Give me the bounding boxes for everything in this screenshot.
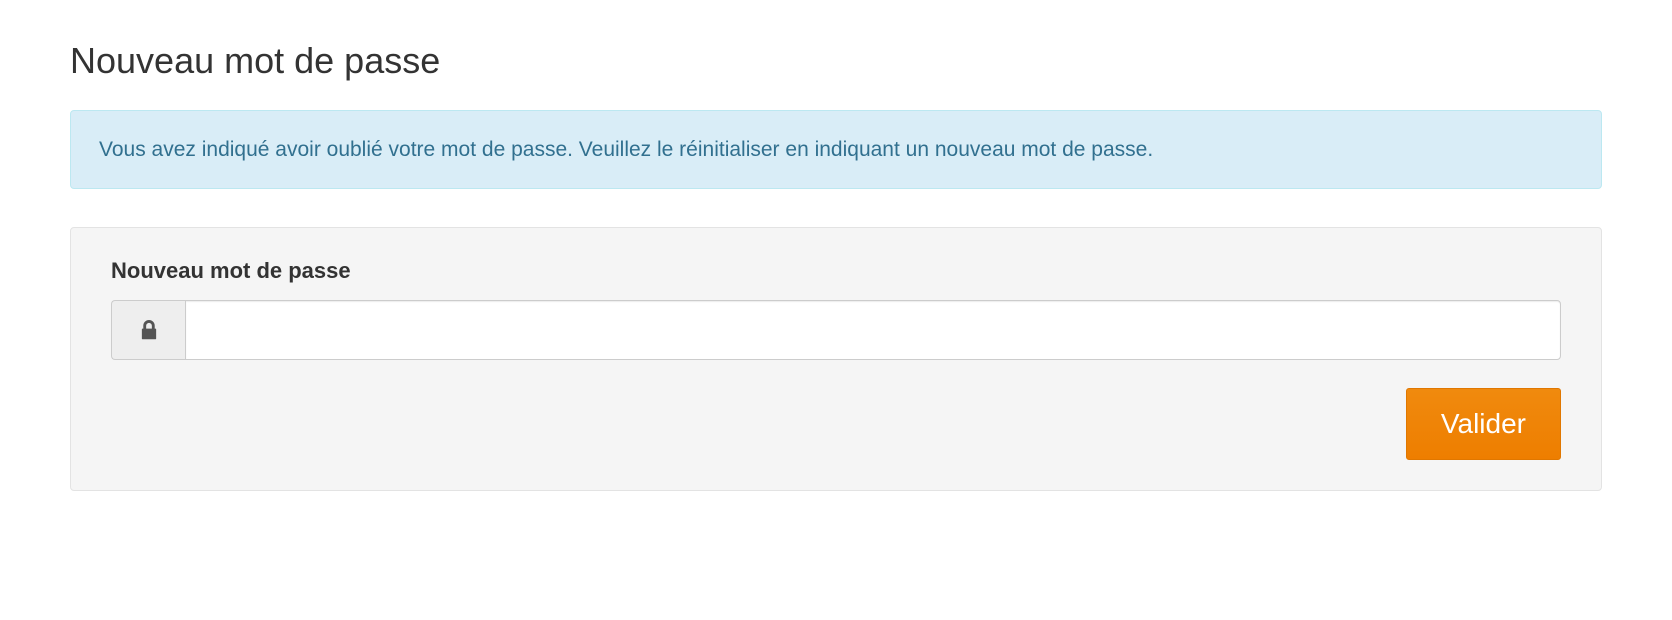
info-alert: Vous avez indiqué avoir oublié votre mot… <box>70 110 1602 189</box>
submit-button[interactable]: Valider <box>1406 388 1561 460</box>
password-form-panel: Nouveau mot de passe Valider <box>70 227 1602 491</box>
submit-row: Valider <box>111 388 1561 460</box>
password-input-group <box>111 300 1561 360</box>
password-input[interactable] <box>185 300 1561 360</box>
page-title: Nouveau mot de passe <box>70 40 1602 82</box>
lock-icon <box>111 300 185 360</box>
info-alert-text: Vous avez indiqué avoir oublié votre mot… <box>99 138 1153 161</box>
password-label: Nouveau mot de passe <box>111 258 1561 284</box>
